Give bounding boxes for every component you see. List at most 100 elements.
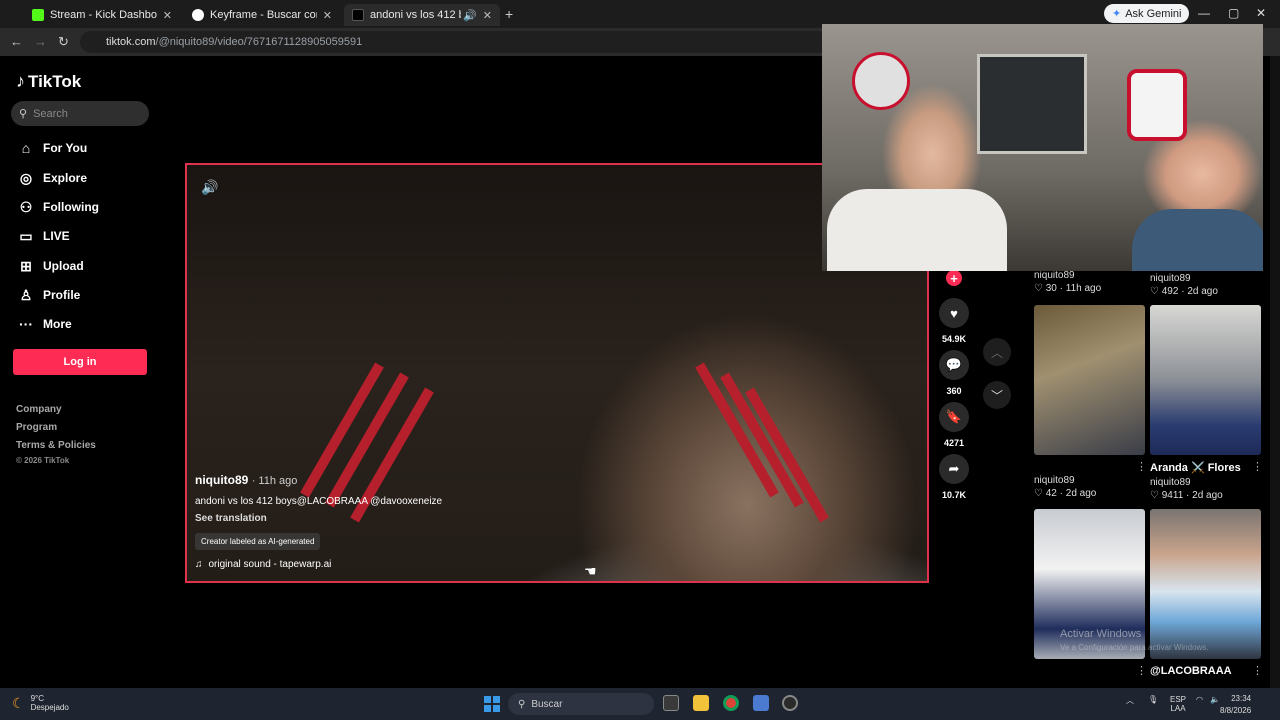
rec-thumbnail[interactable] bbox=[1150, 305, 1261, 455]
following-icon: ⚇ bbox=[19, 198, 33, 215]
nav-label: Upload bbox=[43, 259, 84, 273]
share-count: 10.7K bbox=[941, 490, 967, 500]
nav-for-you[interactable]: ⌂ For You bbox=[16, 138, 87, 158]
nav-upload[interactable]: ⊞ Upload bbox=[16, 256, 84, 276]
nav-label: Profile bbox=[43, 288, 81, 302]
footer-link-company[interactable]: Company bbox=[16, 404, 62, 415]
video-author[interactable]: niquito89 bbox=[195, 473, 248, 487]
heart-icon: ♥ bbox=[939, 298, 969, 328]
mouse-cursor-icon: ☚ bbox=[584, 563, 597, 579]
chrome-icon[interactable] bbox=[723, 695, 739, 711]
nav-explore[interactable]: ◎ Explore bbox=[16, 168, 87, 188]
heart-outline-icon: ♡ bbox=[1034, 283, 1043, 294]
comment-button[interactable]: 💬 360 bbox=[937, 350, 971, 396]
chevron-up-icon[interactable]: ︿ bbox=[1126, 695, 1134, 706]
nav-profile[interactable]: ♙ Profile bbox=[16, 285, 81, 305]
ask-gemini-button[interactable]: ✦ Ask Gemini bbox=[1104, 4, 1190, 23]
search-input[interactable]: ⚲ Search bbox=[11, 101, 149, 126]
rec-info[interactable]: niquito89 ♡ 9411 · 2d ago bbox=[1150, 477, 1223, 501]
like-button[interactable]: ♥ 54.9K bbox=[937, 298, 971, 344]
volume-tray-icon[interactable]: 🔈 bbox=[1210, 695, 1220, 704]
tiktok-sidebar: ♪ TikTok ⚲ Search ⌂ For You ◎ Explore ⚇ Fol… bbox=[0, 56, 170, 688]
rec-ago: 2d ago bbox=[1192, 490, 1223, 501]
close-icon[interactable]: ✕ bbox=[323, 9, 332, 22]
nav-following[interactable]: ⚇ Following bbox=[16, 197, 99, 217]
more-options-icon[interactable]: ⋮ bbox=[1252, 460, 1263, 473]
previous-video-button[interactable]: ︿ bbox=[983, 338, 1011, 366]
weather-widget[interactable]: ☾ 9°C Despejado bbox=[12, 694, 69, 712]
tiktok-logo[interactable]: ♪ TikTok bbox=[16, 71, 81, 92]
lang-code: ESP bbox=[1170, 695, 1187, 704]
video-caption: andoni vs los 412 boys@LACOBRAAA @davoox… bbox=[195, 496, 443, 507]
share-icon: ➦ bbox=[939, 454, 969, 484]
follow-plus-icon[interactable]: + bbox=[946, 270, 962, 286]
minimize-icon[interactable]: — bbox=[1198, 6, 1210, 20]
sound-link[interactable]: ♫ original sound - tapewarp.ai bbox=[195, 559, 695, 570]
next-video-button[interactable]: ﹀ bbox=[983, 381, 1011, 409]
new-tab-button[interactable]: + bbox=[505, 6, 513, 22]
browser-tab-kick[interactable]: Stream - Kick Dashboard ✕ bbox=[24, 4, 180, 26]
footer-link-program[interactable]: Program bbox=[16, 422, 57, 433]
microphone-icon[interactable]: 🎙 bbox=[1148, 695, 1158, 704]
windows-start-icon[interactable] bbox=[484, 696, 500, 712]
share-button[interactable]: ➦ 10.7K bbox=[937, 454, 971, 500]
video-meta: niquito89 · 11h ago andoni vs los 412 bo… bbox=[195, 473, 695, 570]
rec-info[interactable]: niquito89 ♡ 492 · 2d ago bbox=[1150, 273, 1218, 297]
rec-info[interactable]: niquito89 ♡ 30 · 11h ago bbox=[1034, 270, 1101, 294]
rec-thumbnail[interactable] bbox=[1150, 509, 1261, 659]
shirt-stripe bbox=[720, 372, 804, 508]
back-icon[interactable]: ← bbox=[10, 34, 23, 49]
rec-likes: 9411 bbox=[1161, 490, 1184, 501]
rec-author: niquito89 bbox=[1034, 270, 1075, 281]
heart-outline-icon: ♡ bbox=[1150, 490, 1159, 501]
chevron-up-icon: ︿ bbox=[990, 345, 1003, 360]
close-icon[interactable]: ✕ bbox=[483, 9, 492, 22]
obs-icon[interactable] bbox=[782, 695, 798, 711]
nav-label: LIVE bbox=[43, 229, 70, 243]
url-host: tiktok.com bbox=[106, 36, 156, 48]
login-button[interactable]: Log in bbox=[13, 349, 147, 375]
nav-label: Following bbox=[43, 200, 99, 214]
tab-label: Keyframe - Buscar con Google bbox=[210, 9, 317, 21]
profile-icon: ♙ bbox=[19, 286, 33, 303]
rec-ago: 2d ago bbox=[1065, 488, 1097, 499]
tiktok-note-icon: ♪ bbox=[16, 71, 25, 91]
language-indicator[interactable]: ESP LAA bbox=[1170, 695, 1186, 713]
video-player[interactable]: 🔊 niquito89 · 11h ago andoni vs los 412 … bbox=[185, 163, 929, 583]
save-button[interactable]: 🔖 4271 bbox=[937, 402, 971, 448]
taskbar-search[interactable]: ⚲ Buscar bbox=[508, 693, 654, 715]
rec-info[interactable]: niquito89 ♡ 42 · 2d ago bbox=[1034, 475, 1096, 499]
gemini-label: Ask Gemini bbox=[1125, 7, 1182, 20]
rec-likes: 30 bbox=[1045, 283, 1057, 294]
close-icon[interactable]: ✕ bbox=[163, 9, 172, 22]
wifi-icon[interactable]: ◠ bbox=[1196, 695, 1203, 704]
window-close-icon[interactable]: ✕ bbox=[1256, 6, 1266, 20]
speaker-icon[interactable]: 🔊 bbox=[463, 9, 477, 22]
river-plate-neon-icon bbox=[1127, 69, 1187, 141]
forward-icon[interactable]: → bbox=[34, 34, 47, 49]
rec-thumbnail[interactable] bbox=[1034, 305, 1145, 455]
nav-more[interactable]: ··· More bbox=[16, 314, 72, 334]
file-explorer-icon[interactable] bbox=[693, 695, 709, 711]
tab-label: andoni vs los 412 boys @L bbox=[370, 9, 461, 21]
more-options-icon[interactable]: ⋮ bbox=[1136, 664, 1147, 677]
reload-icon[interactable]: ↻ bbox=[58, 34, 69, 50]
volume-icon[interactable]: 🔊 bbox=[201, 179, 218, 196]
nav-label: Explore bbox=[43, 171, 88, 185]
taskbar-clock[interactable]: 23:34 8/8/2026 bbox=[1220, 693, 1251, 717]
nav-live[interactable]: ▭ LIVE bbox=[16, 226, 70, 246]
page-scrollbar[interactable] bbox=[1270, 56, 1280, 688]
more-options-icon[interactable]: ⋮ bbox=[1136, 460, 1147, 473]
browser-tab-google[interactable]: Keyframe - Buscar con Google ✕ bbox=[184, 4, 340, 26]
task-view-icon[interactable] bbox=[663, 695, 679, 711]
footer-link-terms[interactable]: Terms & Policies bbox=[16, 440, 96, 451]
browser-tab-tiktok[interactable]: andoni vs los 412 boys @L 🔊 ✕ bbox=[344, 4, 500, 26]
url-field[interactable]: tiktok.com/@niquito89/video/767167112890… bbox=[80, 31, 830, 53]
notepad-icon[interactable] bbox=[753, 695, 769, 711]
google-icon bbox=[192, 9, 204, 21]
tab-label: Stream - Kick Dashboard bbox=[50, 9, 157, 21]
rec-author: niquito89 bbox=[1150, 477, 1191, 488]
more-options-icon[interactable]: ⋮ bbox=[1252, 664, 1263, 677]
see-translation-link[interactable]: See translation bbox=[195, 513, 695, 524]
maximize-icon[interactable]: ▢ bbox=[1228, 6, 1239, 20]
